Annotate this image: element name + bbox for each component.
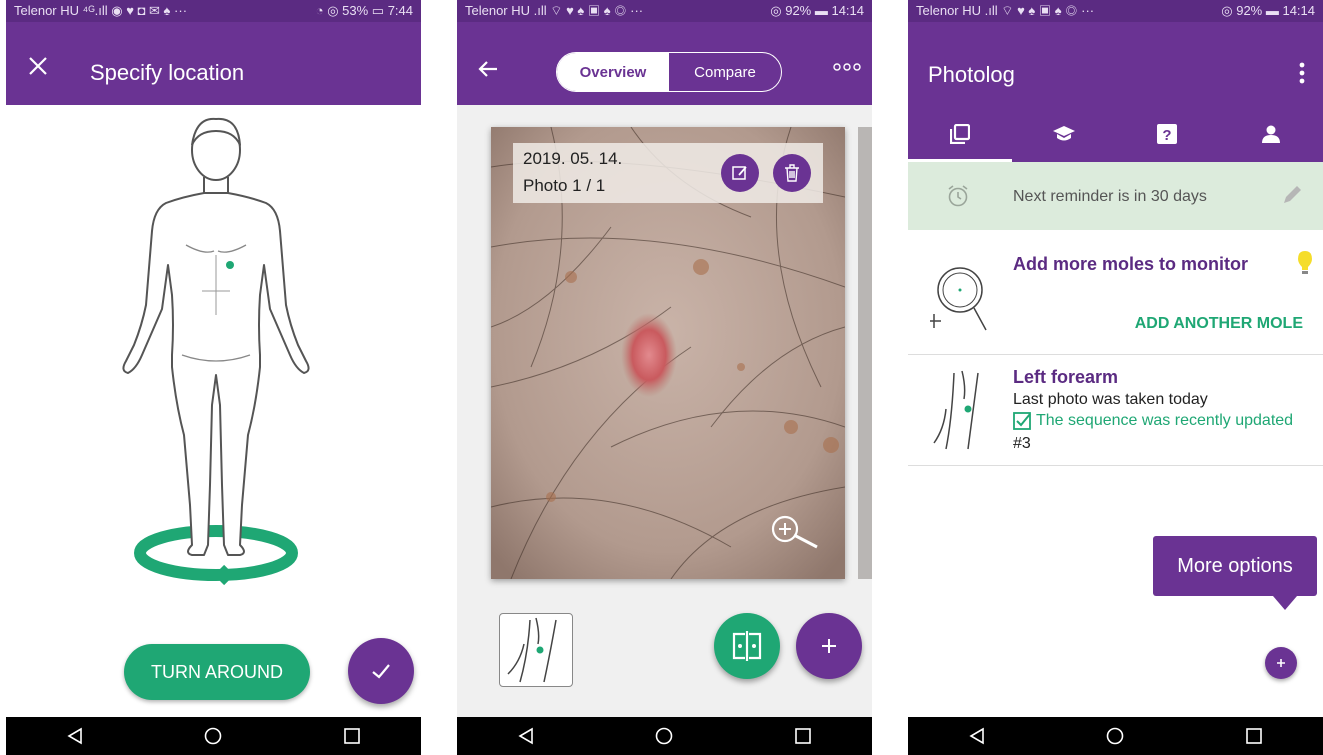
kebab-icon[interactable] [1299, 62, 1305, 84]
nav-home-icon[interactable] [1106, 727, 1124, 745]
photo-date: 2019. 05. 14. [523, 149, 623, 168]
more-options-button[interactable] [1265, 647, 1297, 679]
delete-photo-button[interactable] [773, 154, 811, 192]
nav-back-icon[interactable] [66, 727, 84, 745]
more-options-tooltip: More options [1153, 536, 1317, 596]
help-tab-icon: ? [1157, 123, 1178, 144]
status-bar: Telenor HU .ıll ⌔ ♥ ♠ ▣ ♠ ◎ ··· ◎ 92% ▬ … [457, 0, 872, 22]
screen-specify-location: Telenor HU ⁴ᴳ.ıll ◉ ♥ ◘ ✉ ♠ ··· ◔ ◎ 53% … [6, 0, 421, 755]
reminder-text: Next reminder is in 30 days [1013, 188, 1207, 205]
status-right: ◔ ◎ 53% ▭ 7:44 [315, 3, 413, 18]
tab-compare[interactable]: Compare [669, 53, 781, 91]
mole-number: #3 [1013, 435, 1031, 452]
tab-bar: ? [908, 105, 1323, 162]
tab-overview[interactable]: Overview [557, 53, 669, 91]
back-arrow-icon[interactable] [477, 58, 499, 80]
app-bar: Specify location [6, 22, 421, 105]
add-another-mole-button[interactable]: ADD ANOTHER MOLE [1135, 315, 1303, 333]
nav-back-icon[interactable] [968, 727, 986, 745]
pencil-icon[interactable] [1281, 184, 1303, 206]
mole-marker[interactable] [226, 261, 234, 269]
system-nav-bar [457, 717, 872, 755]
checkbox-icon [1013, 412, 1031, 430]
next-photo-preview[interactable] [858, 127, 872, 579]
tooltip-pointer [1273, 596, 1297, 610]
add-photo-button[interactable] [796, 613, 862, 679]
zoom-icon[interactable] [769, 513, 821, 549]
forearm-thumbnail-image [507, 617, 557, 683]
screen-photolog: Telenor HU .ıll ⌔ ♥ ♠ ▣ ♠ ◎ ··· ◎ 92% ▬ … [908, 0, 1323, 755]
mole-photo[interactable]: 2019. 05. 14. Photo 1 / 1 [491, 127, 845, 579]
nav-back-icon[interactable] [517, 727, 535, 745]
nav-home-icon[interactable] [655, 727, 673, 745]
compare-icon [732, 631, 762, 661]
photos-tab-icon [949, 123, 970, 144]
edit-icon [732, 166, 747, 180]
mole-update-status: The sequence was recently updated [1013, 412, 1293, 430]
body-location-thumbnail[interactable] [499, 613, 573, 687]
plus-icon [1277, 659, 1285, 667]
nav-recents-icon[interactable] [794, 727, 812, 745]
tip-card: Add more moles to monitor ADD ANOTHER MO… [908, 230, 1323, 355]
status-bar: Telenor HU ⁴ᴳ.ıll ◉ ♥ ◘ ✉ ♠ ··· ◔ ◎ 53% … [6, 0, 421, 22]
forearm-icon [933, 370, 979, 450]
mole-last-photo: Last photo was taken today [1013, 391, 1208, 408]
photo-info-bar: 2019. 05. 14. Photo 1 / 1 [513, 143, 823, 203]
close-icon[interactable] [28, 56, 48, 76]
status-left: Telenor HU ⁴ᴳ.ıll ◉ ♥ ◘ ✉ ♠ ··· [14, 3, 188, 18]
trash-icon [785, 164, 799, 182]
system-nav-bar [908, 717, 1323, 755]
system-nav-bar [6, 717, 421, 755]
reminder-banner[interactable]: Next reminder is in 30 days [908, 162, 1323, 230]
tab-learn[interactable] [1012, 105, 1116, 162]
status-right: ◎ 92% ▬ 14:14 [770, 3, 864, 18]
app-bar: Photolog [908, 22, 1323, 105]
nav-recents-icon[interactable] [1245, 727, 1263, 745]
mole-list-item[interactable]: Left forearm Last photo was taken today … [908, 355, 1323, 466]
lightbulb-icon [1298, 251, 1312, 274]
screen-photo-overview: Telenor HU .ıll ⌔ ♥ ♠ ▣ ♠ ◎ ··· ◎ 92% ▬ … [457, 0, 872, 755]
nav-home-icon[interactable] [204, 727, 222, 745]
body-map-area[interactable] [6, 105, 421, 717]
body-figure[interactable] [6, 105, 421, 717]
plus-icon [822, 639, 836, 653]
tab-photos[interactable] [908, 105, 1012, 162]
alarm-icon [948, 185, 968, 207]
mole-updated-text: The sequence was recently updated [1036, 412, 1294, 429]
status-left: Telenor HU .ıll ⌔ ♥ ♠ ▣ ♠ ◎ ··· [465, 3, 644, 18]
photo-content: 2019. 05. 14. Photo 1 / 1 [457, 105, 872, 717]
status-right: ◎ 92% ▬ 14:14 [1221, 3, 1315, 18]
more-dots-icon[interactable] [832, 62, 862, 72]
nav-recents-icon[interactable] [343, 727, 361, 745]
tab-profile[interactable] [1219, 105, 1323, 162]
learn-tab-icon [1052, 125, 1075, 140]
confirm-button[interactable] [348, 638, 414, 704]
app-bar: Overview Compare [457, 22, 872, 105]
status-bar: Telenor HU .ıll ⌔ ♥ ♠ ▣ ♠ ◎ ··· ◎ 92% ▬ … [908, 0, 1323, 22]
svg-text:?: ? [1163, 127, 1172, 144]
status-left: Telenor HU .ıll ⌔ ♥ ♠ ▣ ♠ ◎ ··· [916, 3, 1095, 18]
profile-tab-icon [1262, 125, 1281, 143]
check-icon [372, 664, 390, 679]
page-title: Specify location [90, 60, 245, 85]
page-title: Photolog [928, 62, 1015, 87]
edit-photo-button[interactable] [721, 154, 759, 192]
tab-help[interactable]: ? [1116, 105, 1220, 162]
view-toggle: Overview Compare [556, 52, 782, 92]
turn-around-button[interactable]: TURN AROUND [124, 644, 310, 700]
photo-count: Photo 1 / 1 [523, 176, 606, 195]
magnifier-icon [930, 267, 987, 331]
compare-button[interactable] [714, 613, 780, 679]
tip-title: Add more moles to monitor [1013, 254, 1249, 274]
mole-name: Left forearm [1013, 367, 1119, 387]
